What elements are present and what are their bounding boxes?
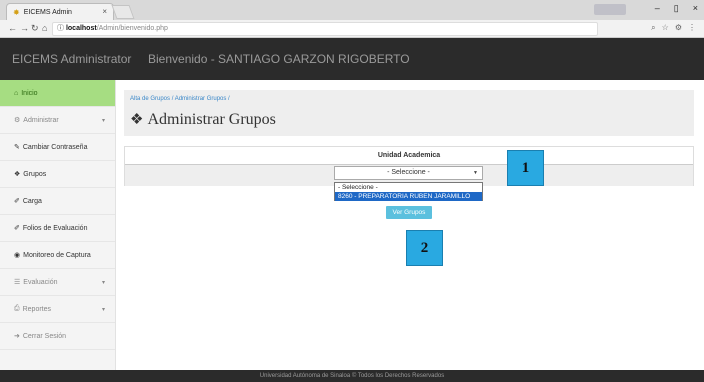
- sidebar-item-label: Monitoreo de Captura: [23, 251, 91, 259]
- reload-icon[interactable]: ↻: [31, 23, 39, 34]
- home-icon: ⌂: [14, 89, 19, 97]
- dropdown-option-selected[interactable]: 8260 - PREPARATORIA RUBEN JARAMILLO: [335, 192, 482, 201]
- sidebar-item-label: Grupos: [23, 170, 47, 178]
- sidebar-item-label: Folios de Evaluación: [22, 224, 88, 232]
- new-tab-button[interactable]: [111, 5, 135, 19]
- list-icon: ☰: [14, 279, 21, 286]
- window-user-badge: [594, 4, 626, 15]
- tab-close-icon[interactable]: ×: [102, 7, 107, 16]
- sidebar-item-label: Cambiar Contraseña: [22, 143, 88, 151]
- gear-icon: ⚙: [14, 117, 21, 124]
- info-icon: ⓘ: [57, 25, 66, 32]
- breadcrumb[interactable]: Alta de Grupos / Administrar Grupos /: [130, 96, 230, 102]
- cubes-icon: ❖: [14, 171, 21, 178]
- tab-title: EICEMS Admin: [23, 8, 72, 16]
- pencil-icon: ✎: [14, 144, 20, 151]
- app-header: EICEMS Administrator Bienvenido - SANTIA…: [0, 38, 704, 80]
- sidebar-item-folios[interactable]: ✐ Folios de Evaluación: [0, 215, 115, 242]
- back-icon[interactable]: ←: [8, 23, 17, 33]
- sidebar-item-evaluacion[interactable]: ☰ Evaluación ▾: [0, 269, 115, 296]
- sidebar-item-label: Reportes: [22, 305, 52, 313]
- zoom-icon[interactable]: ⌕: [651, 23, 655, 33]
- cubes-icon: ❖: [130, 112, 144, 128]
- signout-icon: ➜: [14, 333, 20, 340]
- url-path: /Admin/bienvenido.php: [96, 25, 168, 32]
- unidad-select[interactable]: - Seleccione - ▼: [334, 166, 483, 180]
- ver-grupos-button[interactable]: Ver Grupos: [386, 206, 432, 219]
- bookmark-star-icon[interactable]: ☆: [662, 23, 669, 33]
- caret-down-icon: ▾: [101, 306, 105, 313]
- sidebar-item-label: Administrar: [23, 116, 59, 124]
- browser-tab[interactable]: ✸ EICEMS Admin ×: [6, 3, 114, 20]
- sidebar: ⌂ Inicio ⚙ Administrar ▾ ✎ Cambiar Contr…: [0, 80, 116, 370]
- menu-icon[interactable]: ⋮: [688, 23, 696, 33]
- forward-icon[interactable]: →: [20, 23, 29, 33]
- welcome-text: Bienvenido - SANTIAGO GARZON RIGOBERTO: [148, 52, 410, 66]
- table-header: Unidad Academica: [125, 147, 693, 165]
- sidebar-item-cerrar-sesion[interactable]: ➜ Cerrar Sesión: [0, 323, 115, 350]
- page-header: Alta de Grupos / Administrar Grupos / ❖ …: [124, 90, 694, 136]
- sidebar-item-label: Carga: [22, 197, 42, 205]
- home-nav-icon[interactable]: ⌂: [42, 23, 47, 33]
- sidebar-item-reportes[interactable]: ⎙ Reportes ▾: [0, 296, 115, 323]
- extension-icon[interactable]: ⚙: [675, 23, 682, 33]
- sidebar-item-cambiar-contrasena[interactable]: ✎ Cambiar Contraseña: [0, 134, 115, 161]
- browser-tab-bar: ✸ EICEMS Admin × – ▯ ×: [0, 0, 704, 20]
- page-title: Administrar Grupos: [147, 110, 276, 128]
- favicon-icon: ✸: [13, 7, 20, 17]
- sidebar-item-administrar[interactable]: ⚙ Administrar ▾: [0, 107, 115, 134]
- edit-icon: ✐: [14, 225, 20, 232]
- url-host: localhost: [65, 25, 97, 32]
- minimize-button[interactable]: –: [655, 3, 660, 14]
- sidebar-item-monitoreo[interactable]: ◉ Monitoreo de Captura: [0, 242, 115, 269]
- unidad-dropdown: - Seleccione - 8260 - PREPARATORIA RUBEN…: [334, 182, 483, 201]
- brand-title[interactable]: EICEMS Administrator: [12, 52, 131, 66]
- maximize-button[interactable]: ▯: [674, 3, 679, 14]
- sidebar-item-label: Cerrar Sesión: [22, 332, 67, 340]
- close-window-button[interactable]: ×: [693, 3, 698, 14]
- url-field[interactable]: ⓘ localhost/Admin/bienvenido.php: [52, 22, 598, 36]
- callout-marker-2: 2: [406, 230, 443, 266]
- eye-icon: ◉: [14, 252, 21, 259]
- print-icon: ⎙: [14, 305, 20, 312]
- caret-down-icon: ▾: [101, 117, 105, 124]
- edit-icon: ✐: [14, 198, 20, 205]
- address-bar: ← → ↻ ⌂ ⓘ localhost/Admin/bienvenido.php…: [0, 20, 704, 38]
- chevron-down-icon: ▼: [473, 170, 478, 176]
- caret-down-icon: ▾: [101, 279, 105, 286]
- page-title-wrap: ❖ Administrar Grupos: [130, 110, 276, 129]
- footer: Universidad Autónoma de Sinaloa © Todos …: [0, 370, 704, 382]
- select-value: - Seleccione -: [387, 169, 430, 176]
- sidebar-item-label: Inicio: [21, 89, 38, 97]
- callout-marker-1: 1: [507, 150, 544, 186]
- dropdown-option[interactable]: - Seleccione -: [335, 183, 482, 192]
- sidebar-item-inicio[interactable]: ⌂ Inicio: [0, 80, 115, 107]
- sidebar-item-carga[interactable]: ✐ Carga: [0, 188, 115, 215]
- sidebar-item-label: Evaluación: [23, 278, 58, 286]
- sidebar-item-grupos[interactable]: ❖ Grupos: [0, 161, 115, 188]
